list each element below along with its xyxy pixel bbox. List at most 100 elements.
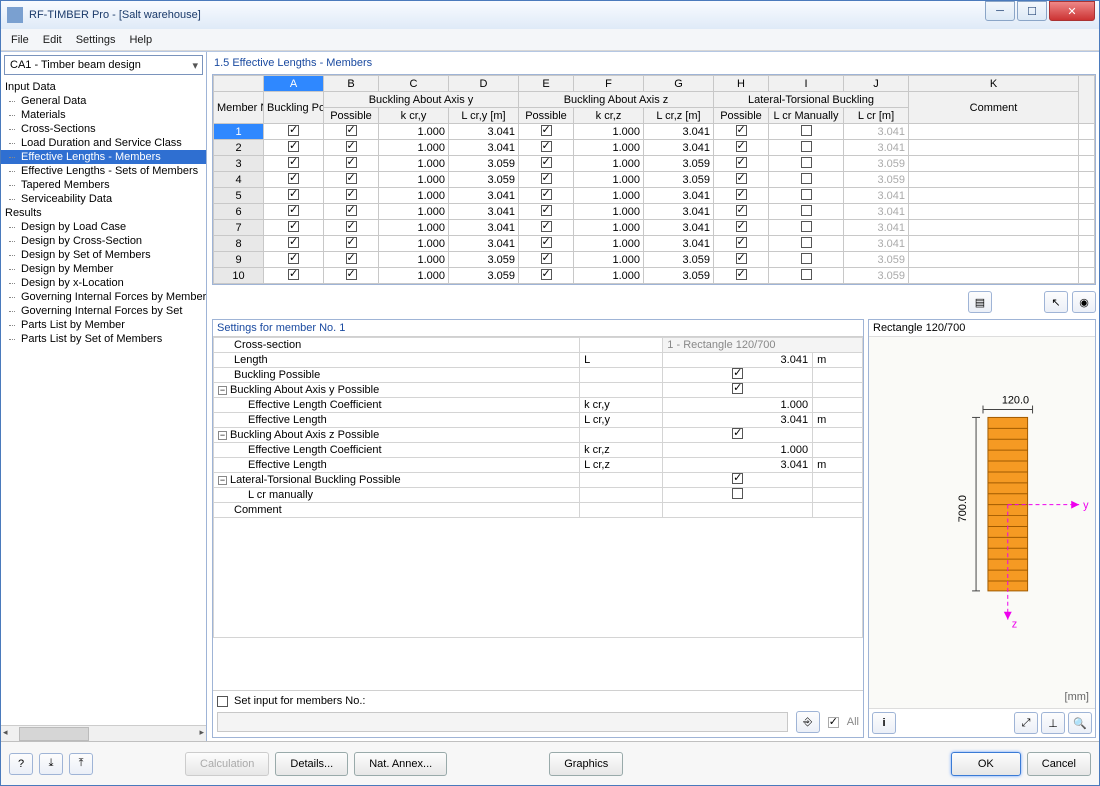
collapse-icon[interactable]: −	[218, 386, 227, 395]
checkbox[interactable]	[541, 253, 552, 264]
col-buckling-possible[interactable]: Buckling Possible	[264, 92, 324, 124]
set-input-check[interactable]	[217, 696, 228, 707]
pick-members-button[interactable]: ⎆	[796, 711, 820, 733]
checkbox[interactable]	[801, 157, 812, 168]
col-lcry[interactable]: L cr,y [m]	[449, 108, 519, 124]
checkbox[interactable]	[346, 221, 357, 232]
col-member-no[interactable]: Member No.	[214, 92, 264, 124]
all-check[interactable]	[828, 717, 839, 728]
col-letter-a[interactable]: A	[264, 76, 324, 92]
filter-icon-button[interactable]: ▤	[968, 291, 992, 313]
menu-settings[interactable]: Settings	[76, 34, 116, 46]
prop-buck-z-check[interactable]	[732, 428, 743, 439]
prop-comment-value[interactable]	[663, 503, 813, 518]
col-possible-z[interactable]: Possible	[519, 108, 574, 124]
menu-edit[interactable]: Edit	[43, 34, 62, 46]
menu-help[interactable]: Help	[129, 34, 152, 46]
module-select[interactable]: CA1 - Timber beam design	[4, 55, 203, 75]
export-icon-button[interactable]: ⤒	[69, 753, 93, 775]
tree-node[interactable]: General Data	[1, 94, 206, 108]
col-possible-lt[interactable]: Possible	[714, 108, 769, 124]
checkbox[interactable]	[801, 253, 812, 264]
tree-node[interactable]: Parts List by Set of Members	[1, 332, 206, 346]
checkbox[interactable]	[801, 269, 812, 280]
checkbox[interactable]	[346, 173, 357, 184]
checkbox[interactable]	[288, 237, 299, 248]
checkbox[interactable]	[801, 237, 812, 248]
table-row[interactable]: 61.0003.0411.0003.0413.041	[214, 204, 1095, 220]
col-lcr-manually[interactable]: L cr Manually	[769, 108, 844, 124]
checkbox[interactable]	[801, 141, 812, 152]
tree-node[interactable]: Governing Internal Forces by Member	[1, 290, 206, 304]
checkbox[interactable]	[288, 253, 299, 264]
cancel-button[interactable]: Cancel	[1027, 752, 1091, 776]
checkbox[interactable]	[736, 189, 747, 200]
col-lcr[interactable]: L cr [m]	[844, 108, 909, 124]
checkbox[interactable]	[288, 157, 299, 168]
table-row[interactable]: 41.0003.0591.0003.0593.059	[214, 172, 1095, 188]
checkbox[interactable]	[541, 237, 552, 248]
import-icon-button[interactable]: ⤓	[39, 753, 63, 775]
checkbox[interactable]	[288, 141, 299, 152]
col-letter-c[interactable]: C	[379, 76, 449, 92]
checkbox[interactable]	[346, 157, 357, 168]
col-kcry[interactable]: k cr,y	[379, 108, 449, 124]
tree-node[interactable]: Cross-Sections	[1, 122, 206, 136]
checkbox[interactable]	[288, 221, 299, 232]
checkbox[interactable]	[736, 173, 747, 184]
col-letter-f[interactable]: F	[574, 76, 644, 92]
info-icon-button[interactable]: i	[872, 712, 896, 734]
view-icon-button[interactable]: ◉	[1072, 291, 1096, 313]
table-row[interactable]: 21.0003.0411.0003.0413.041	[214, 140, 1095, 156]
table-row[interactable]: 81.0003.0411.0003.0413.041	[214, 236, 1095, 252]
checkbox[interactable]	[346, 125, 357, 136]
table-row[interactable]: 51.0003.0411.0003.0413.041	[214, 188, 1095, 204]
col-letter-h[interactable]: H	[714, 76, 769, 92]
tree-node[interactable]: Tapered Members	[1, 178, 206, 192]
col-letter-k[interactable]: K	[909, 76, 1079, 92]
checkbox[interactable]	[541, 141, 552, 152]
table-row[interactable]: 91.0003.0591.0003.0593.059	[214, 252, 1095, 268]
calculation-button[interactable]: Calculation	[185, 752, 269, 776]
checkbox[interactable]	[801, 189, 812, 200]
tree-node[interactable]: Design by Cross-Section	[1, 234, 206, 248]
table-row[interactable]: 31.0003.0591.0003.0593.059	[214, 156, 1095, 172]
checkbox[interactable]	[541, 189, 552, 200]
checkbox[interactable]	[288, 125, 299, 136]
checkbox[interactable]	[346, 141, 357, 152]
checkbox[interactable]	[346, 269, 357, 280]
collapse-icon[interactable]: −	[218, 431, 227, 440]
close-button[interactable]: ✕	[1049, 1, 1095, 21]
graphics-button[interactable]: Graphics	[549, 752, 623, 776]
col-lcrz[interactable]: L cr,z [m]	[644, 108, 714, 124]
checkbox[interactable]	[346, 237, 357, 248]
minimize-button[interactable]: ─	[985, 1, 1015, 21]
checkbox[interactable]	[288, 173, 299, 184]
checkbox[interactable]	[736, 141, 747, 152]
dimension-icon-button[interactable]: ⊥	[1041, 712, 1065, 734]
checkbox[interactable]	[736, 221, 747, 232]
tree-node[interactable]: Design by x-Location	[1, 276, 206, 290]
table-row[interactable]: 71.0003.0411.0003.0413.041	[214, 220, 1095, 236]
tree-node[interactable]: Governing Internal Forces by Set	[1, 304, 206, 318]
tree-node[interactable]: Load Duration and Service Class	[1, 136, 206, 150]
checkbox[interactable]	[801, 221, 812, 232]
nat-annex-button[interactable]: Nat. Annex...	[354, 752, 447, 776]
col-letter-j[interactable]: J	[844, 76, 909, 92]
details-button[interactable]: Details...	[275, 752, 348, 776]
col-letter-d[interactable]: D	[449, 76, 519, 92]
prop-kcry-value[interactable]: 1.000	[663, 398, 813, 413]
tree-node[interactable]: Design by Member	[1, 262, 206, 276]
axes-icon-button[interactable]: ⤢	[1014, 712, 1038, 734]
checkbox[interactable]	[346, 253, 357, 264]
members-grid[interactable]: A B C D E F G H I J K	[212, 74, 1096, 285]
prop-lcr-man-check[interactable]	[732, 488, 743, 499]
table-row[interactable]: 101.0003.0591.0003.0593.059	[214, 268, 1095, 284]
tree-hscroll[interactable]	[1, 725, 206, 741]
checkbox[interactable]	[736, 253, 747, 264]
checkbox[interactable]	[541, 157, 552, 168]
prop-buck-y-check[interactable]	[732, 383, 743, 394]
collapse-icon[interactable]: −	[218, 476, 227, 485]
checkbox[interactable]	[541, 205, 552, 216]
checkbox[interactable]	[736, 237, 747, 248]
